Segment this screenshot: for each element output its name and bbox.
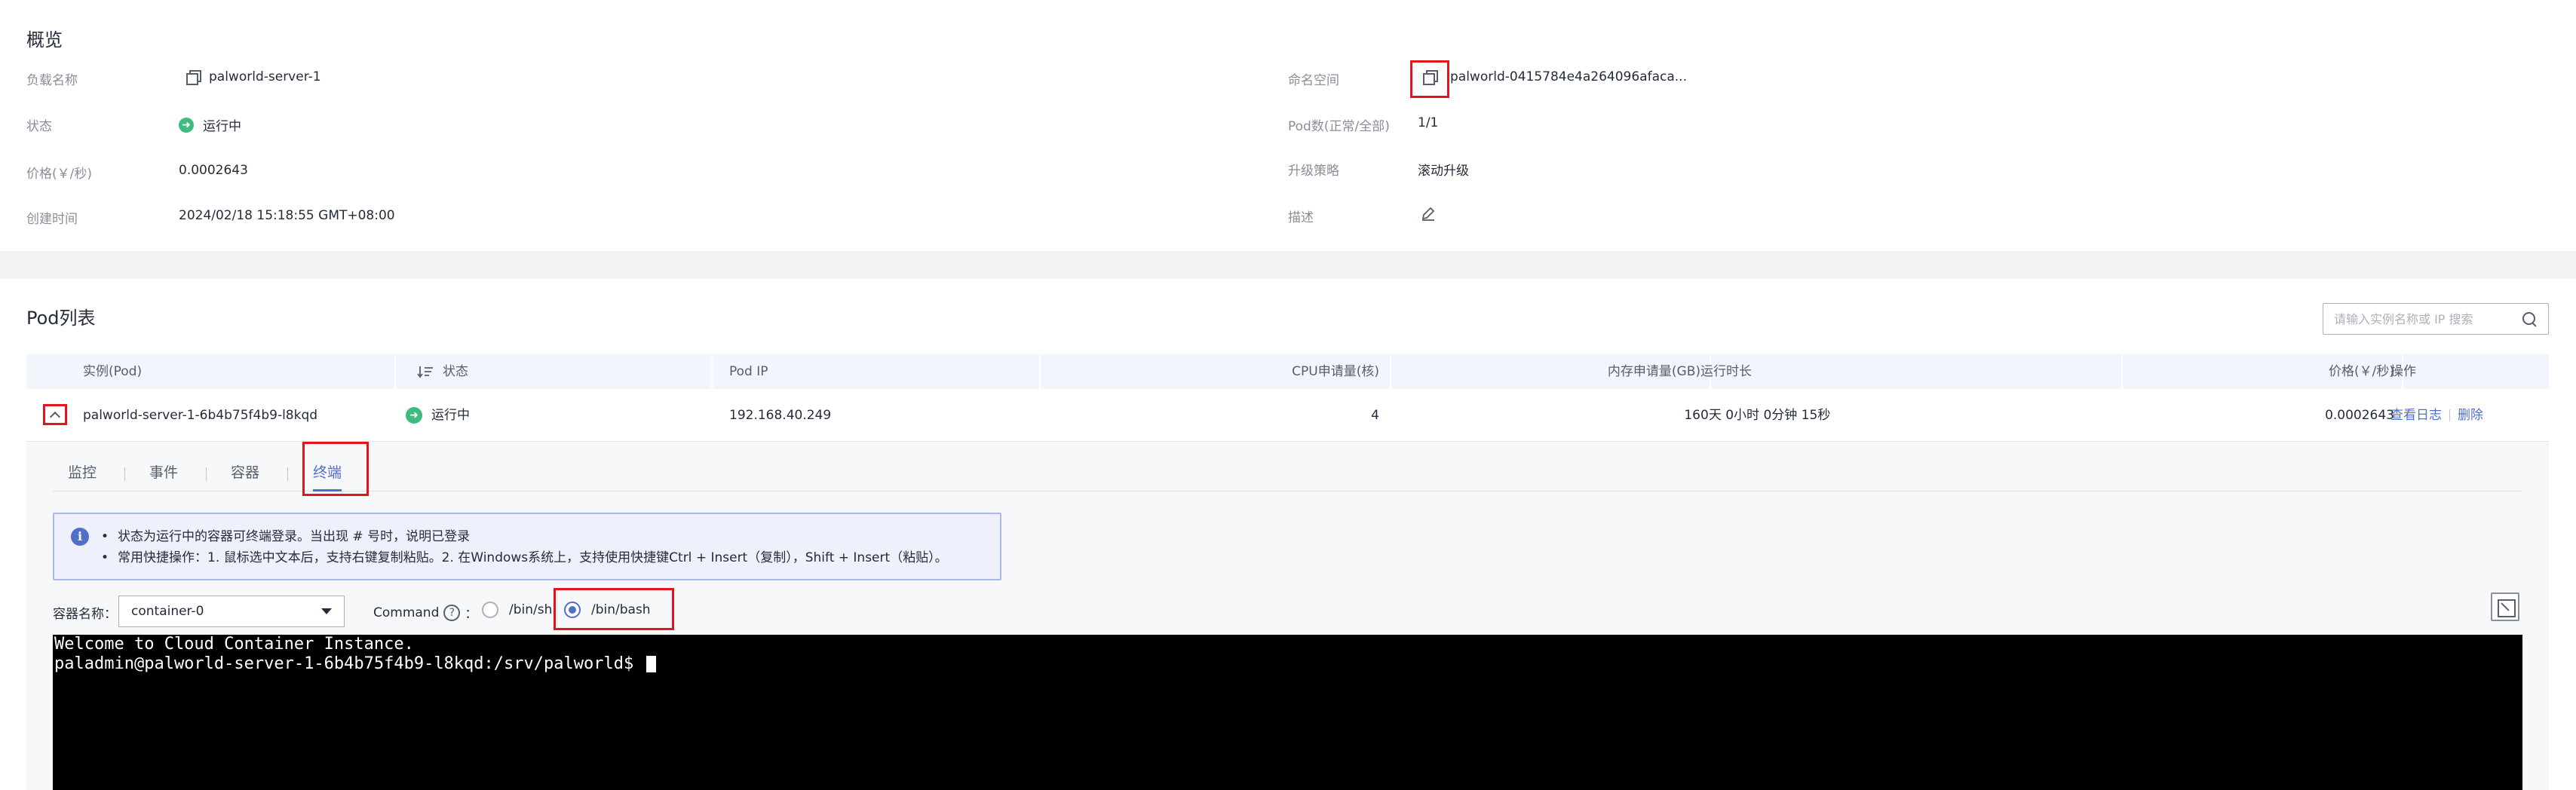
row-status-text: 运行中 <box>431 408 470 423</box>
delete-link[interactable]: 删除 <box>2458 389 2483 442</box>
chevron-up-icon <box>49 411 61 422</box>
terminal-prompt: paladmin@palworld-server-1-6b4b75f4b9-l8… <box>54 654 644 673</box>
upgrade-policy-value: 滚动升级 <box>1418 164 1469 179</box>
tab-monitor[interactable]: 监控 <box>68 455 97 491</box>
workload-name-label: 负载名称 <box>26 73 78 88</box>
tab-divider <box>124 467 125 481</box>
pod-count-value: 1/1 <box>1418 115 1439 130</box>
detail-tabs: 监控 事件 容器 终端 <box>53 455 2522 491</box>
command-label-group: Command ? ： <box>373 603 477 622</box>
pod-search-box[interactable] <box>2323 303 2549 335</box>
overview-title: 概览 <box>26 29 63 51</box>
terminal-prompt-line: paladmin@palworld-server-1-6b4b75f4b9-l8… <box>53 654 2522 674</box>
caret-down-icon <box>321 608 332 614</box>
action-divider <box>2449 409 2450 421</box>
fullscreen-icon[interactable] <box>2491 592 2519 621</box>
running-status-icon: ➜ <box>406 407 422 424</box>
created-time-value: 2024/02/18 15:18:55 GMT+08:00 <box>179 208 395 223</box>
col-status[interactable]: 状态 <box>417 354 468 389</box>
column-divider <box>394 354 396 389</box>
help-icon[interactable]: ? <box>443 604 461 621</box>
table-row: palworld-server-1-6b4b75f4b9-l8kqd ➜ 运行中… <box>26 389 2549 442</box>
command-label: Command <box>373 605 440 620</box>
workload-name-text: palworld-server-1 <box>209 69 321 84</box>
search-icon[interactable] <box>2521 311 2538 327</box>
col-uptime: 运行时长 <box>1700 364 1752 379</box>
container-name-label: 容器名称： <box>53 607 117 622</box>
overview-card: 概览 负载名称 palworld-server-1 状态 ➜ 运行中 价格(￥/… <box>0 0 2576 251</box>
col-instance: 实例(Pod) <box>83 364 143 379</box>
info-line: 状态为运行中的容器可终端登录。当出现 # 号时，说明已登录 <box>101 526 948 547</box>
view-logs-link[interactable]: 查看日志 <box>2390 389 2442 442</box>
col-actions: 操作 <box>2390 364 2416 379</box>
namespace-label: 命名空间 <box>1288 73 1339 88</box>
edit-pencil-icon[interactable] <box>1420 205 1437 222</box>
running-status-icon: ➜ <box>179 117 194 133</box>
status-value: ➜ 运行中 <box>179 115 241 134</box>
copy-icon[interactable] <box>1421 69 1438 85</box>
tab-containers[interactable]: 容器 <box>231 455 259 491</box>
radio-bin-bash[interactable]: /bin/bash <box>564 602 651 618</box>
column-divider <box>1390 354 1391 389</box>
copy-icon[interactable] <box>185 69 201 85</box>
container-select-value: container-0 <box>131 604 204 619</box>
row-status: ➜ 运行中 <box>406 389 470 442</box>
row-pod-ip: 192.168.40.249 <box>729 408 832 423</box>
info-notice: i 状态为运行中的容器可终端登录。当出现 # 号时，说明已登录 常用快捷操作：1… <box>53 513 1001 580</box>
terminal-cursor <box>646 656 657 672</box>
created-time-label: 创建时间 <box>26 212 78 227</box>
column-divider <box>711 354 713 389</box>
tab-events[interactable]: 事件 <box>149 455 178 491</box>
radio-selected-icon[interactable] <box>564 602 581 618</box>
workload-name-value: palworld-server-1 <box>185 69 321 85</box>
pod-count-label: Pod数(正常/全部) <box>1288 119 1390 134</box>
info-icon: i <box>71 528 89 546</box>
container-select[interactable]: container-0 <box>118 596 345 627</box>
command-colon: ： <box>465 607 478 622</box>
row-uptime: 0天 0小时 0分钟 15秒 <box>1700 408 1831 423</box>
terminal-welcome-line: Welcome to Cloud Container Instance. <box>54 635 414 654</box>
col-status-label: 状态 <box>443 364 468 379</box>
upgrade-policy-label: 升级策略 <box>1288 164 1339 179</box>
row-actions: 查看日志 删除 <box>2390 389 2483 442</box>
description-label: 描述 <box>1288 210 1314 225</box>
tab-divider <box>287 467 288 481</box>
column-divider <box>2121 354 2123 389</box>
table-header: 实例(Pod) 状态 Pod IP CPU申请量(核) 内存申请量(GB) 运行… <box>26 354 2549 389</box>
terminal-console[interactable]: Welcome to Cloud Container Instance. pal… <box>53 635 2522 790</box>
row-memory: 16 <box>1684 408 1700 423</box>
radio-icon[interactable] <box>482 602 498 618</box>
col-pod-ip: Pod IP <box>729 364 768 379</box>
radio-bin-sh-label: /bin/sh <box>509 602 553 617</box>
collapse-row-button[interactable] <box>43 404 67 425</box>
status-text: 运行中 <box>203 119 241 134</box>
col-price: 价格(￥/秒) <box>2329 364 2394 379</box>
row-instance: palworld-server-1-6b4b75f4b9-l8kqd <box>83 408 318 423</box>
info-list: 状态为运行中的容器可终端登录。当出现 # 号时，说明已登录 常用快捷操作：1. … <box>101 526 948 568</box>
col-cpu: CPU申请量(核) <box>1292 364 1379 379</box>
column-divider <box>1039 354 1041 389</box>
sort-icon[interactable] <box>417 365 434 378</box>
price-value: 0.0002643 <box>179 163 248 178</box>
info-line: 常用快捷操作：1. 鼠标选中文本后，支持右键复制粘贴。2. 在Windows系统… <box>101 547 948 568</box>
namespace-value: palworld-0415784e4a264096afaca... <box>1421 69 1687 85</box>
description-edit[interactable] <box>1420 205 1437 222</box>
terminal-tab-highlight <box>302 442 369 496</box>
pod-detail-panel: 监控 事件 容器 终端 i 状态为运行中的容器可终端登录。当出现 # 号时，说明… <box>26 442 2549 790</box>
pod-search-input[interactable] <box>2334 311 2521 326</box>
pod-list-title: Pod列表 <box>26 308 96 329</box>
col-memory: 内存申请量(GB) <box>1607 364 1700 379</box>
namespace-text: palworld-0415784e4a264096afaca... <box>1450 69 1687 84</box>
tab-divider <box>206 467 207 481</box>
radio-bin-bash-label: /bin/bash <box>591 602 651 617</box>
row-cpu: 4 <box>1371 408 1379 423</box>
price-label: 价格(￥/秒) <box>26 167 92 182</box>
pod-list-card: Pod列表 实例(Pod) 状态 Pod IP CPU申请量(核) 内存申请量(… <box>0 279 2576 790</box>
status-label: 状态 <box>26 119 52 134</box>
radio-bin-sh[interactable]: /bin/sh <box>482 602 552 618</box>
row-price: 0.0002643 <box>2325 408 2394 423</box>
